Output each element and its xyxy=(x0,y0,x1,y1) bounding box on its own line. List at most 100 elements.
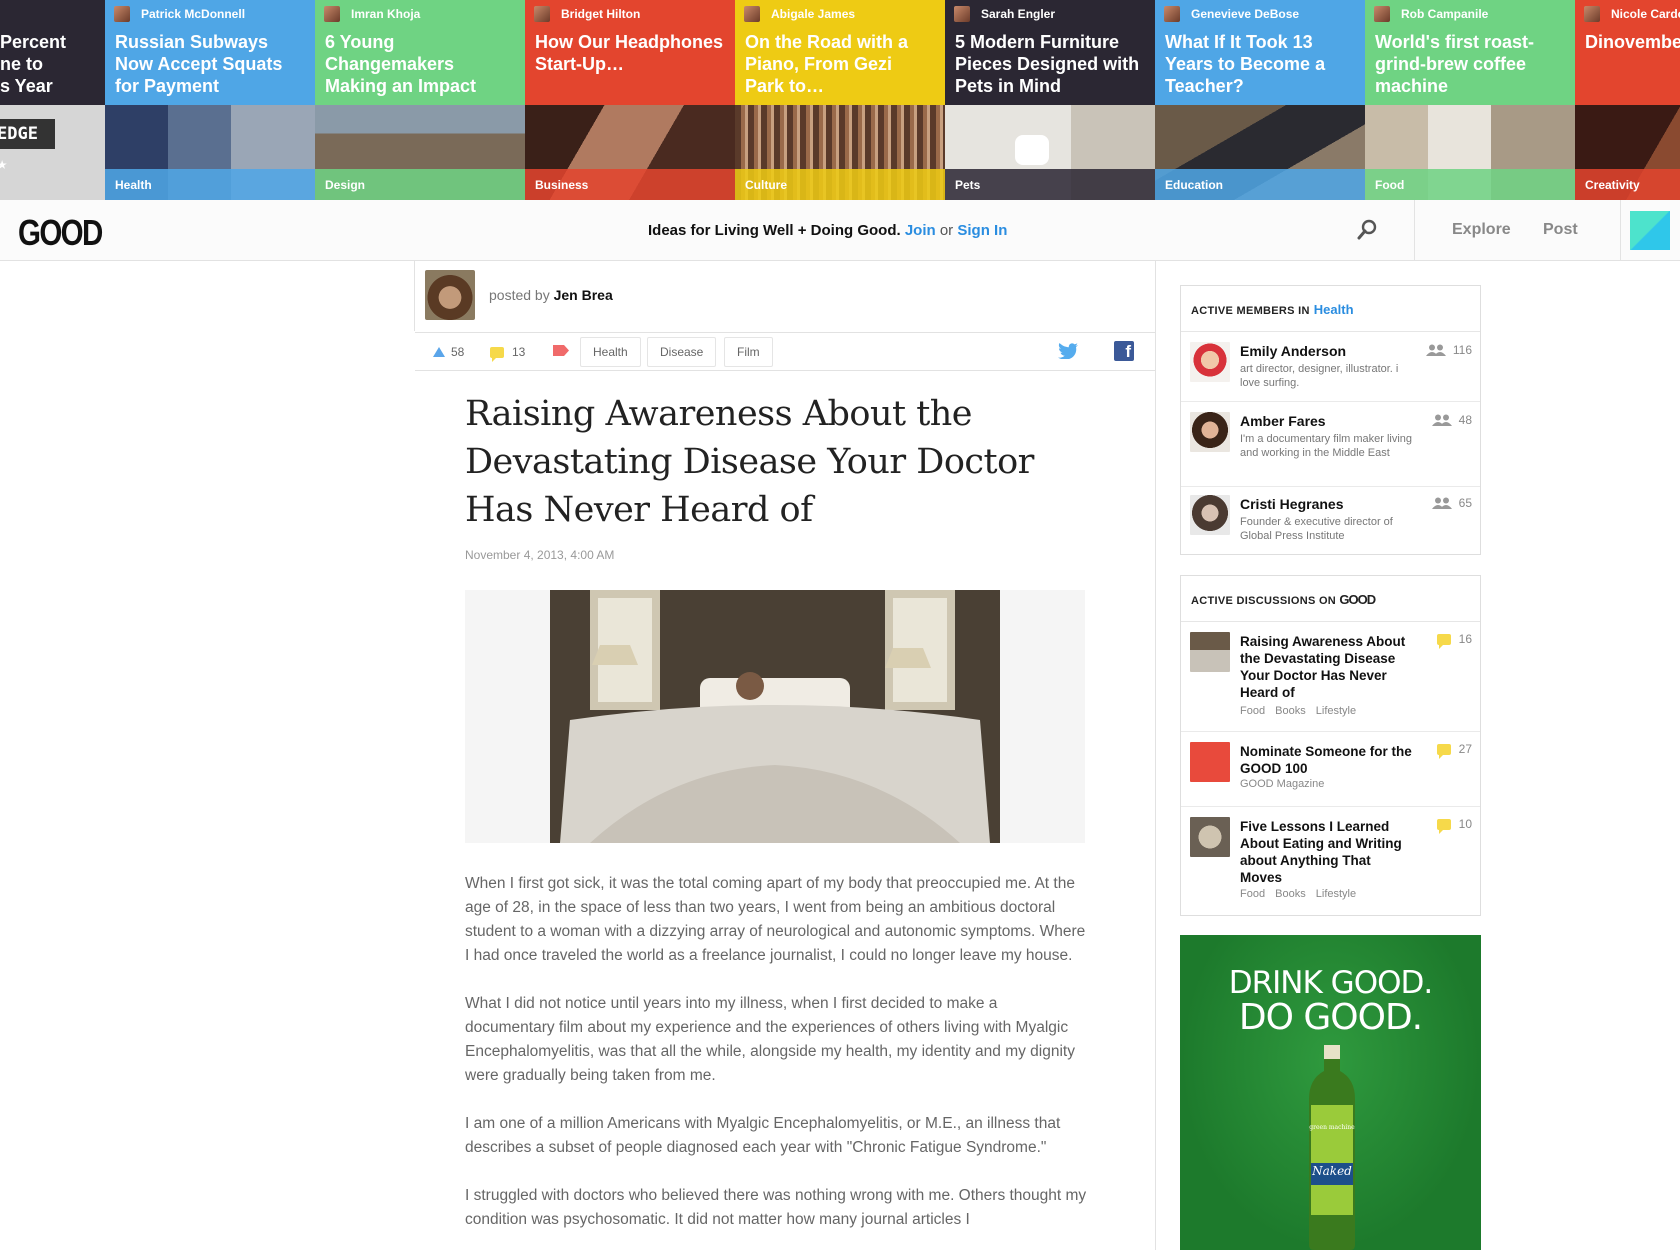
author-avatar xyxy=(114,6,130,22)
divider xyxy=(1620,200,1621,260)
tag-health[interactable]: Health xyxy=(580,337,641,367)
paragraph: When I first got sick, it was the total … xyxy=(465,875,1086,964)
tagline: Ideas for Living Well + Doing Good. Join… xyxy=(648,222,1007,239)
story-author: Sarah Engler xyxy=(954,6,1055,22)
author-avatar xyxy=(1374,6,1390,22)
story-category[interactable]: Creativity xyxy=(1585,178,1640,192)
ad-headline: DRINK GOOD. xyxy=(1228,965,1433,1001)
author-name[interactable]: Jen Brea xyxy=(554,287,613,303)
tag-disease[interactable]: Disease xyxy=(647,337,717,367)
story-category[interactable]: Culture xyxy=(745,178,787,192)
story-tile[interactable]: Patrick McDonnell Russian Subways Now Ac… xyxy=(105,0,315,200)
story-tile[interactable]: Percent ne to s Year EDGE ★ xyxy=(0,0,105,200)
discussion-row[interactable]: Raising Awareness About the Devastating … xyxy=(1181,622,1480,732)
or-text: or xyxy=(939,222,954,239)
story-category[interactable]: Health xyxy=(115,178,152,192)
paragraph: What I did not notice until years into m… xyxy=(465,995,1075,1084)
story-author: Nicole Cardo xyxy=(1584,6,1680,22)
article-date: November 4, 2013, 4:00 AM xyxy=(465,548,615,562)
discussion-thumbnail[interactable] xyxy=(1190,742,1230,782)
avatar[interactable] xyxy=(1190,342,1230,382)
story-author: Genevieve DeBose xyxy=(1164,6,1299,22)
story-category[interactable]: Business xyxy=(535,178,588,192)
member-name[interactable]: Cristi Hegranes xyxy=(1240,496,1343,512)
discussion-title[interactable]: Raising Awareness About the Devastating … xyxy=(1240,633,1415,701)
member-name[interactable]: Amber Fares xyxy=(1240,413,1326,429)
article-meta-bar: 58 13 Health Disease Film f xyxy=(415,332,1155,371)
story-tile[interactable]: Genevieve DeBose What If It Took 13 Year… xyxy=(1155,0,1365,200)
posted-by: posted by Jen Brea xyxy=(489,287,613,303)
naked-juice-ad[interactable]: DRINK GOOD. DO GOOD. Naked green machine xyxy=(1180,935,1481,1250)
comment-icon xyxy=(490,346,504,362)
story-tile[interactable]: Rob Campanile World's first roast-grind-… xyxy=(1365,0,1575,200)
twitter-icon[interactable] xyxy=(1058,343,1078,364)
story-title: On the Road with a Piano, From Gezi Park… xyxy=(745,32,909,96)
story-tile[interactable]: Bridget Hilton How Our Headphones Start-… xyxy=(525,0,735,200)
member-row[interactable]: Amber Fares I'm a documentary film maker… xyxy=(1181,402,1480,487)
discussion-row[interactable]: Five Lessons I Learned About Eating and … xyxy=(1181,807,1480,915)
follower-count: 116 xyxy=(1425,343,1472,357)
people-icon xyxy=(1431,414,1452,426)
comments-button[interactable]: 13 xyxy=(490,345,525,362)
featured-stories-strip: Percent ne to s Year EDGE ★ Patrick McDo… xyxy=(0,0,1680,200)
story-title: What If It Took 13 Years to Become a Tea… xyxy=(1165,32,1326,96)
join-link[interactable]: Join xyxy=(905,222,936,239)
comment-icon xyxy=(1436,818,1451,834)
discussion-title[interactable]: Nominate Someone for the GOOD 100 xyxy=(1240,743,1415,777)
site-header: GOOD Ideas for Living Well + Doing Good.… xyxy=(0,200,1680,261)
tag-film[interactable]: Film xyxy=(724,337,773,367)
comment-count: 10 xyxy=(1436,817,1472,834)
facebook-icon[interactable]: f xyxy=(1114,341,1134,361)
author-avatar xyxy=(1164,6,1180,22)
story-category[interactable]: Education xyxy=(1165,178,1223,192)
active-members-box: ACTIVE MEMBERS IN Health Emily Anderson a… xyxy=(1180,285,1481,555)
story-category[interactable]: Pets xyxy=(955,178,980,192)
story-tile[interactable]: Nicole Cardo Dinovember Parents Ins Kids… xyxy=(1575,0,1680,200)
discussion-row[interactable]: Nominate Someone for the GOOD 100 GOOD M… xyxy=(1181,732,1480,807)
box-heading: ACTIVE MEMBERS IN Health xyxy=(1181,286,1480,332)
comment-icon xyxy=(1436,633,1451,649)
divider xyxy=(1414,200,1415,260)
discussion-title[interactable]: Five Lessons I Learned About Eating and … xyxy=(1240,818,1415,886)
good-logo[interactable]: GOOD xyxy=(18,212,103,254)
upvote-icon xyxy=(433,347,445,357)
story-author: Rob Campanile xyxy=(1374,6,1488,22)
upvote-button[interactable]: 58 xyxy=(433,345,464,359)
explore-link[interactable]: Explore xyxy=(1452,221,1511,239)
discussion-thumbnail[interactable] xyxy=(1190,632,1230,672)
member-bio: Founder & executive director of Global P… xyxy=(1240,516,1393,542)
avatar[interactable] xyxy=(1190,412,1230,452)
article-body: When I first got sick, it was the total … xyxy=(465,872,1090,1250)
member-row[interactable]: Cristi Hegranes Founder & executive dire… xyxy=(1181,487,1480,554)
story-tile[interactable]: Imran Khoja 6 Young Changemakers Making … xyxy=(315,0,525,200)
story-author: Bridget Hilton xyxy=(534,6,640,22)
topic-link[interactable]: Health xyxy=(1314,302,1354,317)
bottle-sublabel: green machine xyxy=(1309,1124,1355,1131)
author-avatar xyxy=(534,6,550,22)
divider xyxy=(414,261,415,331)
user-avatar[interactable] xyxy=(1630,211,1670,250)
comment-count: 16 xyxy=(1436,632,1472,649)
posted-by-label: posted by xyxy=(489,287,550,303)
post-author: posted by Jen Brea xyxy=(425,270,613,320)
post-link[interactable]: Post xyxy=(1543,221,1578,239)
search-icon[interactable] xyxy=(1355,217,1381,243)
story-title: Russian Subways Now Accept Squats for Pa… xyxy=(115,32,283,96)
story-author: Patrick McDonnell xyxy=(114,6,245,22)
story-category[interactable]: Design xyxy=(325,178,365,192)
story-author: Imran Khoja xyxy=(324,6,420,22)
story-category[interactable]: Food xyxy=(1375,178,1404,192)
people-icon xyxy=(1431,497,1452,509)
tagline-text: Ideas for Living Well + Doing Good. xyxy=(648,222,901,239)
tag-icon xyxy=(553,345,569,356)
discussion-thumbnail[interactable] xyxy=(1190,817,1230,857)
author-avatar[interactable] xyxy=(425,270,475,320)
story-title: How Our Headphones Start-Up… xyxy=(535,32,724,74)
member-row[interactable]: Emily Anderson art director, designer, i… xyxy=(1181,332,1480,402)
sign-in-link[interactable]: Sign In xyxy=(957,222,1007,239)
avatar[interactable] xyxy=(1190,495,1230,535)
member-name[interactable]: Emily Anderson xyxy=(1240,343,1346,359)
story-title: Dinovember Parents Ins Kids to Sta xyxy=(1585,32,1680,52)
story-tile[interactable]: Abigale James On the Road with a Piano, … xyxy=(735,0,945,200)
story-tile[interactable]: Sarah Engler 5 Modern Furniture Pieces D… xyxy=(945,0,1155,200)
